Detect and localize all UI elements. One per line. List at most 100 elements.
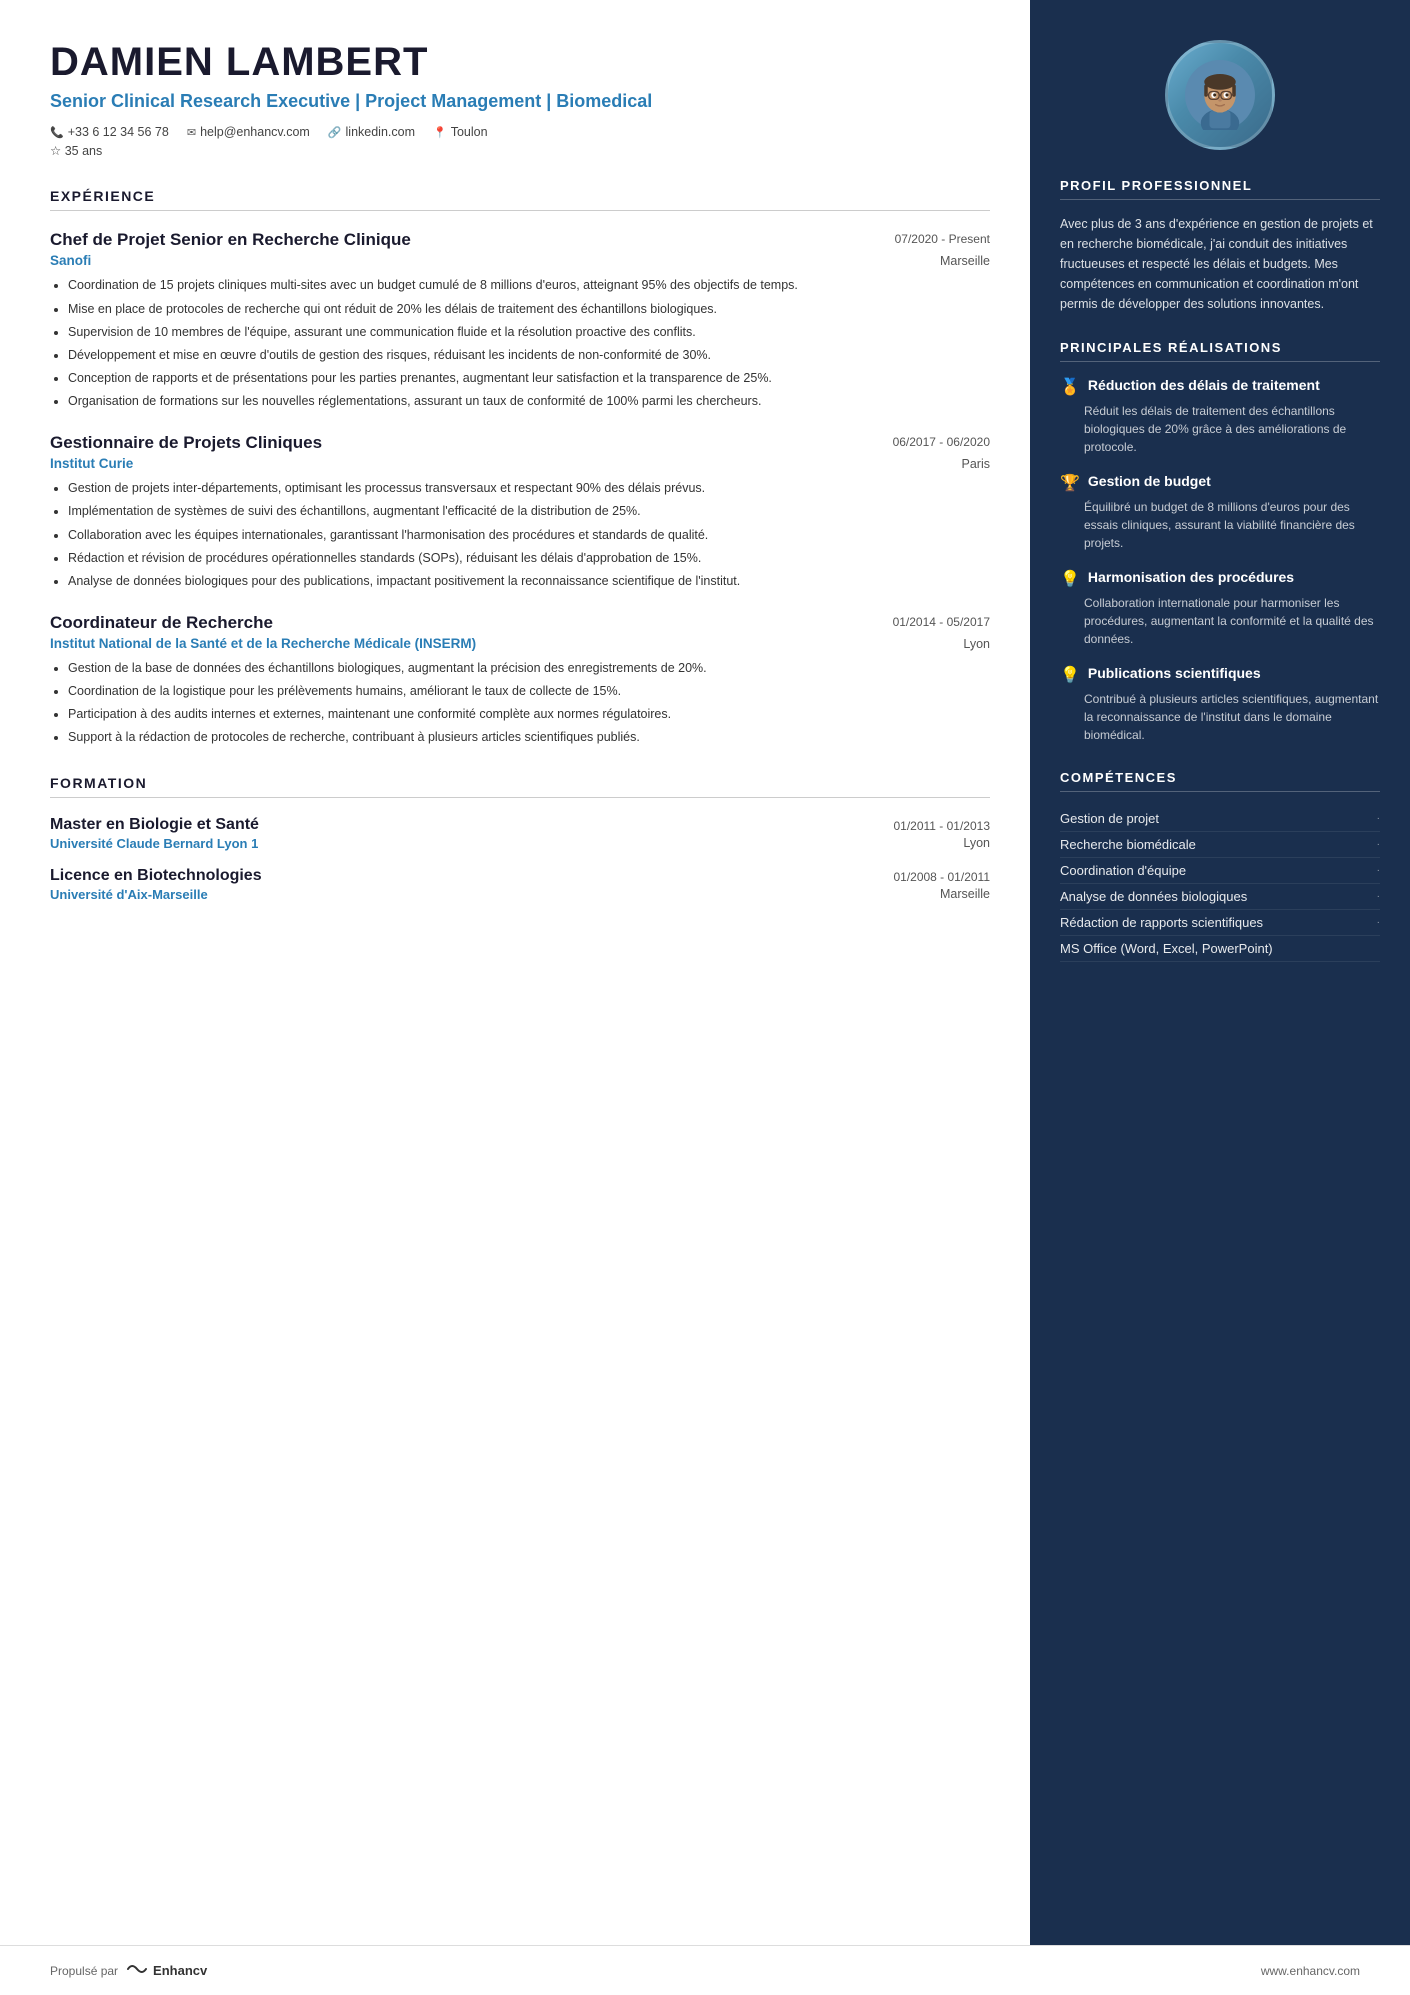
achievement-icon-1: 🏅 [1060, 377, 1080, 397]
achievement-title-3: Harmonisation des procédures [1088, 568, 1294, 586]
bullet-item: Implémentation de systèmes de suivi des … [68, 502, 990, 520]
bullet-item: Rédaction et révision de procédures opér… [68, 549, 990, 567]
achievement-desc-2: Équilibré un budget de 8 millions d'euro… [1060, 498, 1380, 552]
edu-school-row-2: Université d'Aix-Marseille Marseille [50, 887, 990, 902]
company-3: Institut National de la Santé et de la R… [50, 636, 476, 651]
exp-company-row-1: Sanofi Marseille [50, 253, 990, 268]
candidate-name: DAMIEN LAMBERT [50, 40, 990, 84]
achievement-icon-4: 💡 [1060, 665, 1080, 685]
enhancv-icon [126, 1960, 148, 1981]
footer-website: www.enhancv.com [1261, 1964, 1360, 1978]
profil-title: PROFIL PROFESSIONNEL [1060, 178, 1380, 200]
achievement-title-4: Publications scientifiques [1088, 664, 1261, 682]
main-content: DAMIEN LAMBERT Senior Clinical Research … [0, 0, 1410, 1945]
bullet-item: Supervision de 10 membres de l'équipe, a… [68, 323, 990, 341]
bullet-item: Analyse de données biologiques pour des … [68, 572, 990, 590]
skill-dot-3: · [1377, 865, 1380, 876]
bullet-item: Collaboration avec les équipes internati… [68, 526, 990, 544]
skill-3: Coordination d'équipe · [1060, 858, 1380, 884]
bullets-1: Coordination de 15 projets cliniques mul… [50, 276, 990, 410]
exp-dates-1: 07/2020 - Present [895, 232, 990, 246]
edu-dates-2: 01/2008 - 01/2011 [893, 870, 990, 884]
achievement-icon-3: 💡 [1060, 569, 1080, 589]
achievement-desc-3: Collaboration internationale pour harmon… [1060, 594, 1380, 648]
footer-left: Propulsé par Enhancv [50, 1960, 207, 1981]
contact-info: 📞 +33 6 12 34 56 78 ✉ help@enhancv.com 🔗… [50, 125, 990, 139]
email-icon: ✉ [187, 126, 196, 139]
skill-label-3: Coordination d'équipe [1060, 863, 1186, 878]
brand-logo: Enhancv [126, 1960, 207, 1981]
skill-6: MS Office (Word, Excel, PowerPoint) [1060, 936, 1380, 962]
bullet-item: Développement et mise en œuvre d'outils … [68, 346, 990, 364]
edu-header-1: Master en Biologie et Santé 01/2011 - 01… [50, 816, 990, 834]
skill-dot-2: · [1377, 839, 1380, 850]
edu-school-row-1: Université Claude Bernard Lyon 1 Lyon [50, 836, 990, 851]
bullet-item: Participation à des audits internes et e… [68, 705, 990, 723]
competences-title: COMPÉTENCES [1060, 770, 1380, 792]
skill-label-6: MS Office (Word, Excel, PowerPoint) [1060, 941, 1273, 956]
company-1: Sanofi [50, 253, 91, 268]
exp-dates-3: 01/2014 - 05/2017 [893, 615, 990, 629]
edu-city-1: Lyon [963, 836, 990, 851]
job-title-3: Coordinateur de Recherche [50, 612, 893, 634]
exp-header-1: Chef de Projet Senior en Recherche Clini… [50, 229, 990, 251]
edu-header-2: Licence en Biotechnologies 01/2008 - 01/… [50, 867, 990, 885]
achievement-desc-4: Contribué à plusieurs articles scientifi… [1060, 690, 1380, 744]
job-title-1: Chef de Projet Senior en Recherche Clini… [50, 229, 895, 251]
company-2: Institut Curie [50, 456, 133, 471]
skill-label-5: Rédaction de rapports scientifiques [1060, 915, 1263, 930]
exp-company-row-2: Institut Curie Paris [50, 456, 990, 471]
bullets-3: Gestion de la base de données des échant… [50, 659, 990, 747]
achievement-icon-2: 🏆 [1060, 473, 1080, 493]
phone-icon: 📞 [50, 126, 64, 139]
edu-dates-1: 01/2011 - 01/2013 [893, 819, 990, 833]
candidate-age: ☆ 35 ans [50, 143, 990, 158]
bullets-2: Gestion de projets inter-départements, o… [50, 479, 990, 590]
school-2: Université d'Aix-Marseille [50, 887, 208, 902]
phone-number: +33 6 12 34 56 78 [68, 125, 169, 139]
achievement-1: 🏅 Réduction des délais de traitement Réd… [1060, 376, 1380, 456]
page-footer: Propulsé par Enhancv www.enhancv.com [0, 1945, 1410, 1995]
location-1: Marseille [940, 254, 990, 268]
location-3: Lyon [963, 637, 990, 651]
bullet-item: Organisation de formations sur les nouve… [68, 392, 990, 410]
job-title-2: Gestionnaire de Projets Cliniques [50, 432, 893, 454]
bullet-item: Gestion de la base de données des échant… [68, 659, 990, 677]
bullet-item: Gestion de projets inter-départements, o… [68, 479, 990, 497]
achievement-header-3: 💡 Harmonisation des procédures [1060, 568, 1380, 589]
location-icon: 📍 [433, 126, 447, 139]
skill-label-1: Gestion de projet [1060, 811, 1159, 826]
realisations-section: PRINCIPALES RÉALISATIONS 🏅 Réduction des… [1060, 340, 1380, 744]
skill-2: Recherche biomédicale · [1060, 832, 1380, 858]
skill-dot-4: · [1377, 891, 1380, 902]
avatar [1165, 40, 1275, 150]
left-column: DAMIEN LAMBERT Senior Clinical Research … [0, 0, 1030, 1945]
skill-1: Gestion de projet · [1060, 806, 1380, 832]
linkedin-item: 🔗 linkedin.com [328, 125, 415, 139]
skill-5: Rédaction de rapports scientifiques · [1060, 910, 1380, 936]
exp-company-row-3: Institut National de la Santé et de la R… [50, 636, 990, 651]
exp-header-2: Gestionnaire de Projets Cliniques 06/201… [50, 432, 990, 454]
achievement-header-1: 🏅 Réduction des délais de traitement [1060, 376, 1380, 397]
star-icon: ☆ [50, 144, 61, 158]
school-1: Université Claude Bernard Lyon 1 [50, 836, 258, 851]
powered-by-label: Propulsé par [50, 1964, 118, 1978]
experience-item-2: Gestionnaire de Projets Cliniques 06/201… [50, 432, 990, 590]
location-2: Paris [962, 457, 990, 471]
bullet-item: Support à la rédaction de protocoles de … [68, 728, 990, 746]
skill-label-4: Analyse de données biologiques [1060, 889, 1247, 904]
brand-name: Enhancv [153, 1963, 207, 1978]
formation-section: FORMATION Master en Biologie et Santé 01… [50, 775, 990, 902]
resume-page: DAMIEN LAMBERT Senior Clinical Research … [0, 0, 1410, 1995]
email-item: ✉ help@enhancv.com [187, 125, 310, 139]
bullet-item: Coordination de 15 projets cliniques mul… [68, 276, 990, 294]
achievement-title-1: Réduction des délais de traitement [1088, 376, 1320, 394]
achievement-title-2: Gestion de budget [1088, 472, 1211, 490]
achievement-3: 💡 Harmonisation des procédures Collabora… [1060, 568, 1380, 648]
experience-item-3: Coordinateur de Recherche 01/2014 - 05/2… [50, 612, 990, 747]
linkedin-url: linkedin.com [346, 125, 415, 139]
city-item: 📍 Toulon [433, 125, 488, 139]
profil-section: PROFIL PROFESSIONNEL Avec plus de 3 ans … [1060, 178, 1380, 314]
education-item-1: Master en Biologie et Santé 01/2011 - 01… [50, 816, 990, 851]
formation-section-title: FORMATION [50, 775, 990, 798]
